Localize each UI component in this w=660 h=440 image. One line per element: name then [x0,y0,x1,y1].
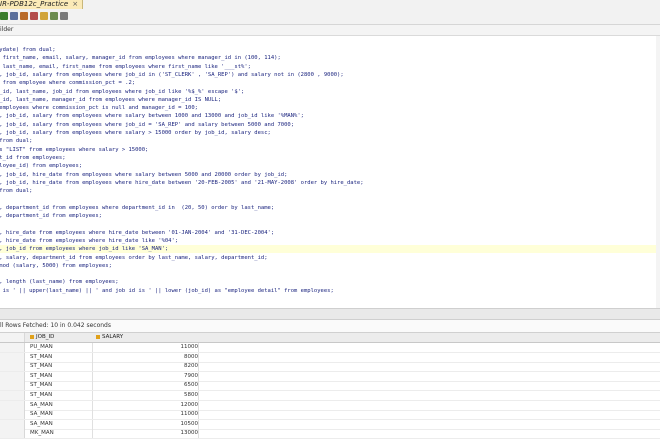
editor-line[interactable]: ployee_id) from employees; [0,162,660,170]
column-type-icon [30,334,34,339]
salary-cell[interactable]: 11000 [96,343,199,352]
table-row[interactable]: SA_MAN 12000 [0,400,660,411]
query-builder-header[interactable]: ilder [0,25,660,36]
editor-scrollbar[interactable] [656,36,660,308]
editor-line[interactable]: e, job_id, salary from employees where j… [0,71,660,79]
worksheet-tab[interactable]: IR-PDB12c_Practice × [0,0,84,9]
salary-cell[interactable]: 7900 [96,371,199,381]
editor-line[interactable]: e, job_id, hire_date from employees wher… [0,179,660,187]
row-number-cell[interactable] [0,362,25,372]
editor-line[interactable]: e, job_id from employees where job_id li… [0,245,660,254]
editor-tab-strip: IR-PDB12c_Practice × [0,0,660,25]
editor-line[interactable]: nt_id from employees; [0,154,660,162]
editor-line[interactable]: l first_name, email, salary, manager_id … [0,54,660,62]
worksheet-toolbar [0,12,68,22]
salary-cell[interactable]: 11000 [96,410,199,420]
editor-line[interactable]: e_id, last_name, job_id from employees w… [0,88,660,96]
row-number-cell[interactable] [0,343,25,352]
salary-cell[interactable]: 10500 [96,419,199,429]
autotrace-icon[interactable] [40,12,48,20]
job-id-cell[interactable]: ST_MAN [30,371,93,381]
fetch-status: ll Rows Fetched: 10 in 0.042 seconds [0,320,660,333]
job-id-cell[interactable]: SA_MAN [30,410,93,420]
salary-cell[interactable]: 8000 [96,352,199,362]
row-number-cell[interactable] [0,391,25,400]
job-id-cell[interactable]: ST_MAN [30,391,93,400]
editor-line[interactable]: t last_name, email, first_name from empl… [0,63,660,71]
clear-icon[interactable] [60,12,68,20]
rollback-icon[interactable] [30,12,38,20]
job-id-cell[interactable]: ST_MAN [30,352,93,362]
salary-cell[interactable]: 12000 [96,400,199,410]
table-row[interactable]: MK_MAN 13000 [0,429,660,440]
column-header-label: SALARY [102,334,124,340]
editor-line[interactable]: e, job_id, salary from employees where s… [0,112,660,120]
editor-line[interactable]: e, job_id, hire_date from employees wher… [0,171,660,179]
table-row[interactable]: SA_MAN 10500 [0,419,660,430]
query-result-grid[interactable]: JOB_ID SALARY PU_MAN 11000 ST_MAN 8000 ST_MA… [0,333,660,440]
row-number-cell[interactable] [0,371,25,381]
row-number-cell[interactable] [0,410,25,420]
editor-line[interactable]: as "LIST" from employees where salary > … [0,146,660,154]
run-statement-icon[interactable] [0,12,8,20]
table-row[interactable]: ST_MAN 8200 [0,362,660,373]
editor-line[interactable]: e, department_id from employees where de… [0,204,660,212]
editor-line[interactable]: mod (salary, 5000) from employees; [0,262,660,270]
editor-line[interactable]: e from employee where commission_pct = .… [0,79,660,87]
fetch-status-text: ll Rows Fetched: 10 in 0.042 seconds [0,322,111,329]
table-row[interactable]: ST_MAN 5800 [0,391,660,401]
row-number-cell[interactable] [0,352,25,362]
close-tab-icon[interactable]: × [72,0,78,8]
table-row[interactable]: ST_MAN 8000 [0,352,660,363]
column-header-job-id[interactable]: JOB_ID [30,333,54,342]
table-row[interactable]: SA_MAN 11000 [0,410,660,421]
sql-editor[interactable]: (ydate) from dual; l first_name, email, s… [0,36,660,308]
editor-line[interactable]: employees where commission_pct is null a… [0,104,660,112]
editor-line[interactable]: e, department_id from employees; [0,212,660,220]
editor-line[interactable]: e, hire_date from employees where hire_d… [0,237,660,245]
row-number-cell[interactable] [0,381,25,391]
commit-icon[interactable] [20,12,28,20]
row-number-cell[interactable] [0,429,25,439]
column-header-salary[interactable]: SALARY [96,333,123,342]
editor-line[interactable] [0,270,660,278]
editor-line[interactable]: e, job_id, salary from employees where j… [0,121,660,129]
editor-line[interactable]: from dual; [0,137,660,145]
job-id-cell[interactable]: ST_MAN [30,381,93,391]
editor-line[interactable]: e, salary, department_id from employees … [0,254,660,262]
editor-line[interactable]: e, length (last_name) from employees; [0,278,660,286]
editor-line[interactable]: e_id, last_name, manager_id from employe… [0,96,660,104]
table-row[interactable]: PU_MAN 11000 [0,343,660,353]
salary-cell[interactable]: 6500 [96,381,199,391]
editor-line[interactable]: e, job_id, salary from employees where s… [0,129,660,137]
salary-cell[interactable]: 13000 [96,429,199,439]
job-id-cell[interactable]: PU_MAN [30,343,93,352]
editor-line[interactable]: from dual; [0,187,660,195]
results-splitter[interactable] [0,308,660,320]
salary-cell[interactable]: 8200 [96,362,199,372]
editor-line[interactable]: e, hire_date from employees where hire_d… [0,229,660,237]
row-number-cell[interactable] [0,400,25,410]
job-id-cell[interactable]: ST_MAN [30,362,93,372]
editor-line[interactable] [0,220,660,228]
table-row[interactable]: ST_MAN 6500 [0,381,660,392]
sql-tuning-icon[interactable] [50,12,58,20]
query-builder-label: ilder [0,26,14,33]
editor-line[interactable]: e is ' || upper(last_name) || ' and job … [0,287,660,295]
salary-cell[interactable]: 5800 [96,391,199,400]
table-row[interactable]: ST_MAN 7900 [0,371,660,382]
job-id-cell[interactable]: SA_MAN [30,419,93,429]
editor-line[interactable] [0,195,660,203]
column-type-icon [96,334,100,339]
editor-line[interactable]: (ydate) from dual; [0,46,660,54]
grid-header: JOB_ID SALARY [0,333,660,343]
grid-corner [0,333,25,342]
row-number-cell[interactable] [0,419,25,429]
job-id-cell[interactable]: MK_MAN [30,429,93,439]
run-script-icon[interactable] [10,12,18,20]
worksheet-tab-label: IR-PDB12c_Practice [0,0,69,8]
job-id-cell[interactable]: SA_MAN [30,400,93,410]
column-header-label: JOB_ID [36,334,55,340]
